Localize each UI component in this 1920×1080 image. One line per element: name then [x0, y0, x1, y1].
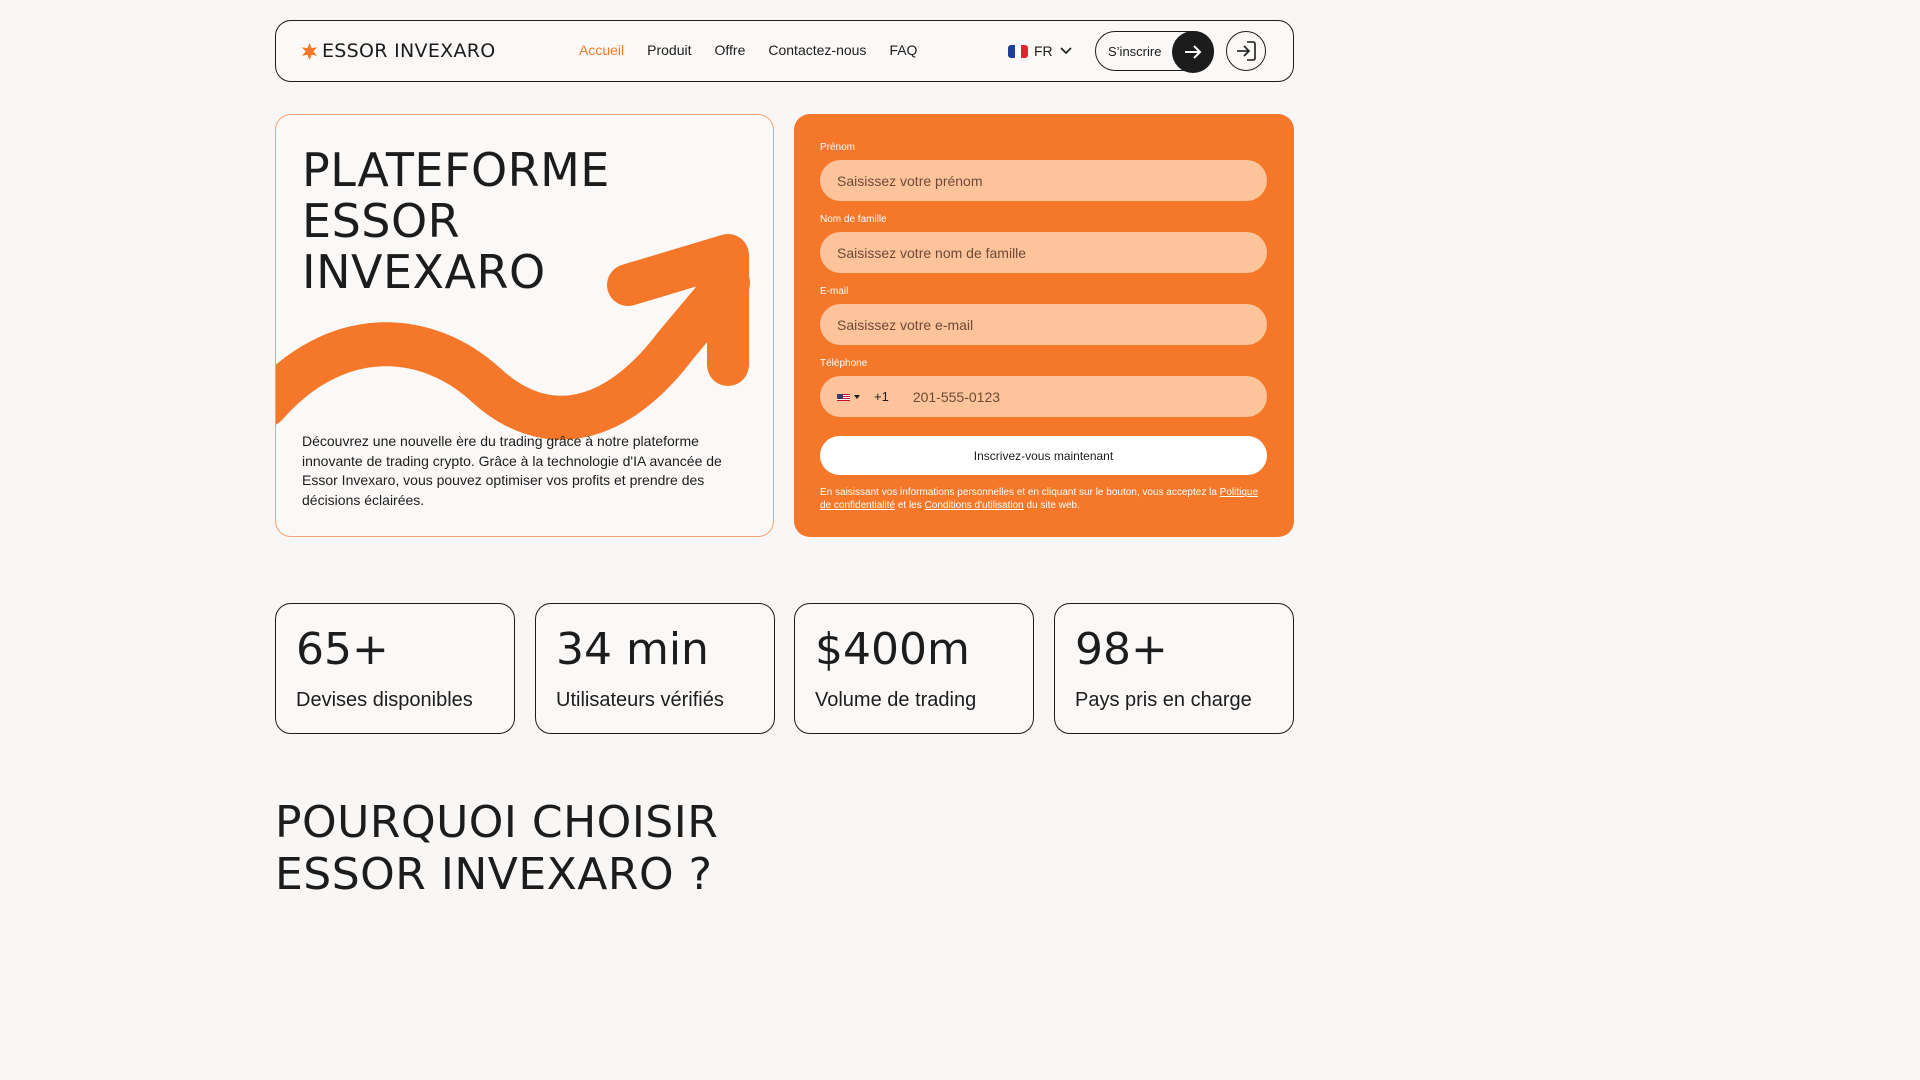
stat-card: 98+ Pays pris en charge: [1054, 603, 1294, 734]
language-code: FR: [1034, 43, 1053, 59]
phone-label: Téléphone: [820, 358, 868, 369]
stat-value: $400m: [815, 624, 970, 675]
login-button[interactable]: [1226, 31, 1266, 71]
signup-label: S’inscrire: [1108, 43, 1162, 59]
stat-card: 34 min Utilisateurs vérifiés: [535, 603, 775, 734]
hero-description: Découvrez une nouvelle ère du trading gr…: [302, 433, 722, 509]
hero-title-line: PLATEFORME: [302, 143, 610, 197]
email-placeholder: Saisissez votre e-mail: [837, 316, 974, 333]
nav-item-produit[interactable]: Produit: [647, 42, 691, 58]
legal-and: et les: [897, 500, 922, 511]
stat-card: 65+ Devises disponibles: [275, 603, 515, 734]
last-name-placeholder: Saisissez votre nom de famille: [837, 244, 1027, 261]
why-section-title: POURQUOI CHOISIR ESSOR INVEXARO ?: [275, 797, 718, 901]
nav-item-faq[interactable]: FAQ: [889, 42, 917, 58]
us-flag-icon: [837, 392, 850, 401]
france-flag-icon: [1008, 44, 1028, 58]
nav-item-accueil[interactable]: Accueil: [579, 42, 624, 58]
signup-button[interactable]: S’inscrire: [1095, 31, 1214, 73]
caret-down-icon: [854, 394, 860, 399]
nav-item-offre[interactable]: Offre: [715, 42, 746, 58]
legal-prefix: En saisissant vos informations personnel…: [820, 487, 1217, 498]
first-name-field[interactable]: Saisissez votre prénom: [820, 160, 1267, 201]
chevron-down-icon: [1060, 47, 1072, 55]
hero-title-line: INVEXARO: [302, 245, 546, 299]
brand-logo[interactable]: ESSOR INVEXARO: [301, 40, 496, 62]
why-title-line: POURQUOI CHOISIR: [275, 797, 719, 848]
last-name-label: Nom de famille: [820, 214, 887, 225]
last-name-field[interactable]: Saisissez votre nom de famille: [820, 232, 1267, 273]
stat-label: Volume de trading: [815, 689, 977, 711]
arrow-right-icon: [1172, 31, 1214, 73]
legal-suffix: du site web.: [1026, 500, 1080, 511]
hero-title: PLATEFORME ESSOR INVEXARO: [302, 145, 610, 298]
language-selector[interactable]: FR: [1008, 43, 1073, 59]
country-code-selector[interactable]: +1: [837, 389, 889, 404]
email-label: E-mail: [820, 286, 849, 297]
stat-label: Utilisateurs vérifiés: [556, 689, 724, 711]
phone-placeholder: 201-555-0123: [912, 388, 1001, 405]
signup-form: Prénom Saisissez votre prénom Nom de fam…: [794, 114, 1294, 537]
stat-card: $400m Volume de trading: [794, 603, 1034, 734]
hero-card: PLATEFORME ESSOR INVEXARO Découvrez une …: [275, 114, 774, 537]
site-header: ESSOR INVEXARO Accueil Produit Offre Con…: [275, 20, 1294, 82]
phone-field[interactable]: +1 201-555-0123: [820, 376, 1267, 417]
email-field[interactable]: Saisissez votre e-mail: [820, 304, 1267, 345]
nav-item-contact[interactable]: Contactez-nous: [768, 42, 866, 58]
terms-link[interactable]: Conditions d'utilisation: [925, 500, 1024, 511]
stat-value: 34 min: [556, 624, 709, 675]
stat-label: Devises disponibles: [296, 689, 473, 711]
first-name-placeholder: Saisissez votre prénom: [837, 172, 983, 189]
stat-value: 65+: [296, 624, 389, 675]
login-icon: [1237, 41, 1256, 61]
legal-notice: En saisissant vos informations personnel…: [820, 486, 1260, 512]
brand-name: ESSOR INVEXARO: [322, 40, 496, 62]
main-nav: Accueil Produit Offre Contactez-nous FAQ: [579, 42, 917, 58]
why-title-line: ESSOR INVEXARO ?: [275, 849, 713, 900]
first-name-label: Prénom: [820, 142, 856, 153]
stat-label: Pays pris en charge: [1075, 689, 1252, 711]
submit-button[interactable]: Inscrivez-vous maintenant: [820, 436, 1267, 475]
phone-code: +1: [874, 389, 889, 404]
star-burst-icon: [301, 42, 318, 60]
hero-title-line: ESSOR: [302, 194, 461, 248]
stat-value: 98+: [1075, 624, 1168, 675]
